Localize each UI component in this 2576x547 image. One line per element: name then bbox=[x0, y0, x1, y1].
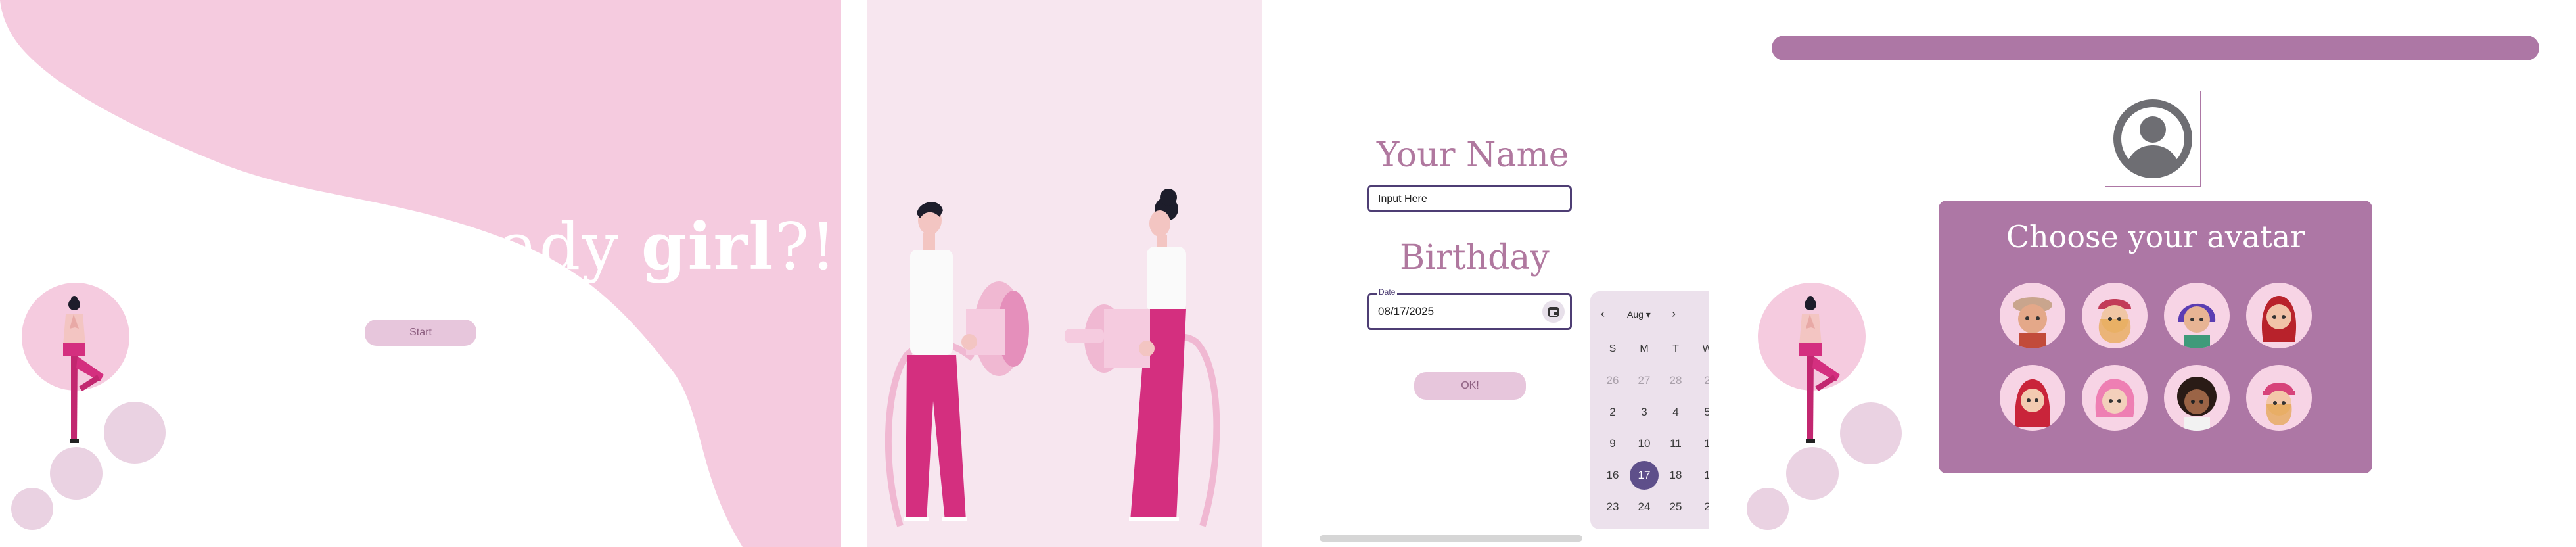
avatar-option-5[interactable] bbox=[2000, 365, 2065, 431]
day-cell[interactable]: 27 bbox=[1628, 365, 1660, 396]
top-progress-bar bbox=[1772, 36, 2539, 60]
title-part-2: ?! bbox=[774, 210, 838, 285]
name-input-value: Input Here bbox=[1378, 193, 1427, 204]
avatar-picker-card: Choose your avatar bbox=[1939, 201, 2372, 473]
date-picker-header: ‹ Aug ▾ › bbox=[1590, 304, 1709, 324]
month-label: Aug bbox=[1627, 309, 1644, 320]
day-cell[interactable]: 5 bbox=[1691, 396, 1709, 428]
day-cell[interactable]: 11 bbox=[1660, 428, 1691, 460]
title-part-1: Are you ready bbox=[145, 210, 641, 285]
title-bold: girl bbox=[641, 209, 775, 285]
date-label: Date bbox=[1377, 287, 1398, 297]
weekday-label: S bbox=[1609, 343, 1617, 354]
ok-button[interactable]: OK! bbox=[1414, 372, 1526, 400]
day-cell[interactable]: 2 bbox=[1691, 365, 1709, 396]
day-cell[interactable]: 25 bbox=[1660, 491, 1691, 523]
day-cell[interactable]: 2 bbox=[1691, 491, 1709, 523]
weekday-label: M bbox=[1640, 343, 1649, 354]
yoga-girl-illustration bbox=[1758, 283, 1866, 443]
profile-picture-frame[interactable] bbox=[2105, 91, 2201, 187]
profile-form-screen: Your Name Input Here Birthday Date 08/17… bbox=[1262, 0, 1709, 547]
day-cell[interactable]: 9 bbox=[1597, 428, 1628, 460]
date-picker-popup: ‹ Aug ▾ › S M T W 26 27 28 2 2 3 4 5 9 1… bbox=[1590, 291, 1709, 529]
day-cell[interactable]: 4 bbox=[1660, 396, 1691, 428]
avatar-picker-title: Choose your avatar bbox=[2006, 219, 2305, 254]
birthday-heading: Birthday bbox=[1400, 238, 1550, 277]
day-cell[interactable]: 1 bbox=[1691, 460, 1709, 491]
day-cell[interactable]: 26 bbox=[1597, 365, 1628, 396]
day-cell[interactable]: 16 bbox=[1597, 460, 1628, 491]
day-cell[interactable]: 10 bbox=[1628, 428, 1660, 460]
chevron-left-icon[interactable]: ‹ bbox=[1601, 307, 1605, 321]
weekday-label: W bbox=[1702, 343, 1709, 354]
horizontal-scrollbar[interactable] bbox=[1320, 535, 1582, 542]
yoga-girl-illustration bbox=[22, 283, 129, 443]
avatar-option-8[interactable] bbox=[2246, 365, 2312, 431]
day-cell[interactable]: 18 bbox=[1660, 460, 1691, 491]
date-field[interactable]: Date 08/17/2025 bbox=[1367, 287, 1572, 330]
illustration-screen bbox=[867, 0, 1262, 547]
day-cell[interactable]: 24 bbox=[1628, 491, 1660, 523]
bubble-decoration bbox=[50, 447, 103, 500]
bubble-decoration bbox=[1747, 488, 1789, 530]
welcome-title: Are you ready girl?! bbox=[145, 209, 837, 285]
bubble-decoration bbox=[11, 488, 53, 530]
name-heading: Your Name bbox=[1377, 135, 1569, 175]
name-input[interactable]: Input Here bbox=[1367, 185, 1572, 212]
couple-with-plugs-illustration bbox=[885, 189, 1220, 527]
avatar-option-6[interactable] bbox=[2082, 365, 2148, 431]
user-avatar-icon bbox=[2113, 99, 2192, 178]
chevron-right-icon[interactable]: › bbox=[1672, 307, 1676, 321]
day-cell[interactable]: 28 bbox=[1660, 365, 1691, 396]
day-cell-selected[interactable]: 17 bbox=[1630, 461, 1659, 490]
day-cell[interactable]: 1 bbox=[1691, 428, 1709, 460]
day-cell[interactable]: 2 bbox=[1597, 396, 1628, 428]
bubble-decoration bbox=[1786, 447, 1839, 500]
avatar-option-7[interactable] bbox=[2164, 365, 2230, 431]
avatar-option-2[interactable] bbox=[2082, 283, 2148, 348]
avatar-screen: Choose your avatar bbox=[1709, 0, 2576, 547]
panel-gap bbox=[841, 0, 867, 547]
weekday-label: T bbox=[1672, 343, 1679, 354]
calendar-icon[interactable] bbox=[1542, 300, 1565, 323]
avatar-option-1[interactable] bbox=[2000, 283, 2065, 348]
month-select[interactable]: Aug ▾ bbox=[1627, 309, 1651, 320]
date-value: 08/17/2025 bbox=[1378, 305, 1435, 318]
day-cell[interactable]: 3 bbox=[1628, 396, 1660, 428]
avatar-option-3[interactable] bbox=[2164, 283, 2230, 348]
welcome-screen: Are you ready girl?! Start bbox=[0, 0, 841, 547]
start-button[interactable]: Start bbox=[365, 320, 476, 346]
day-cell[interactable]: 23 bbox=[1597, 491, 1628, 523]
avatar-option-4[interactable] bbox=[2246, 283, 2312, 348]
